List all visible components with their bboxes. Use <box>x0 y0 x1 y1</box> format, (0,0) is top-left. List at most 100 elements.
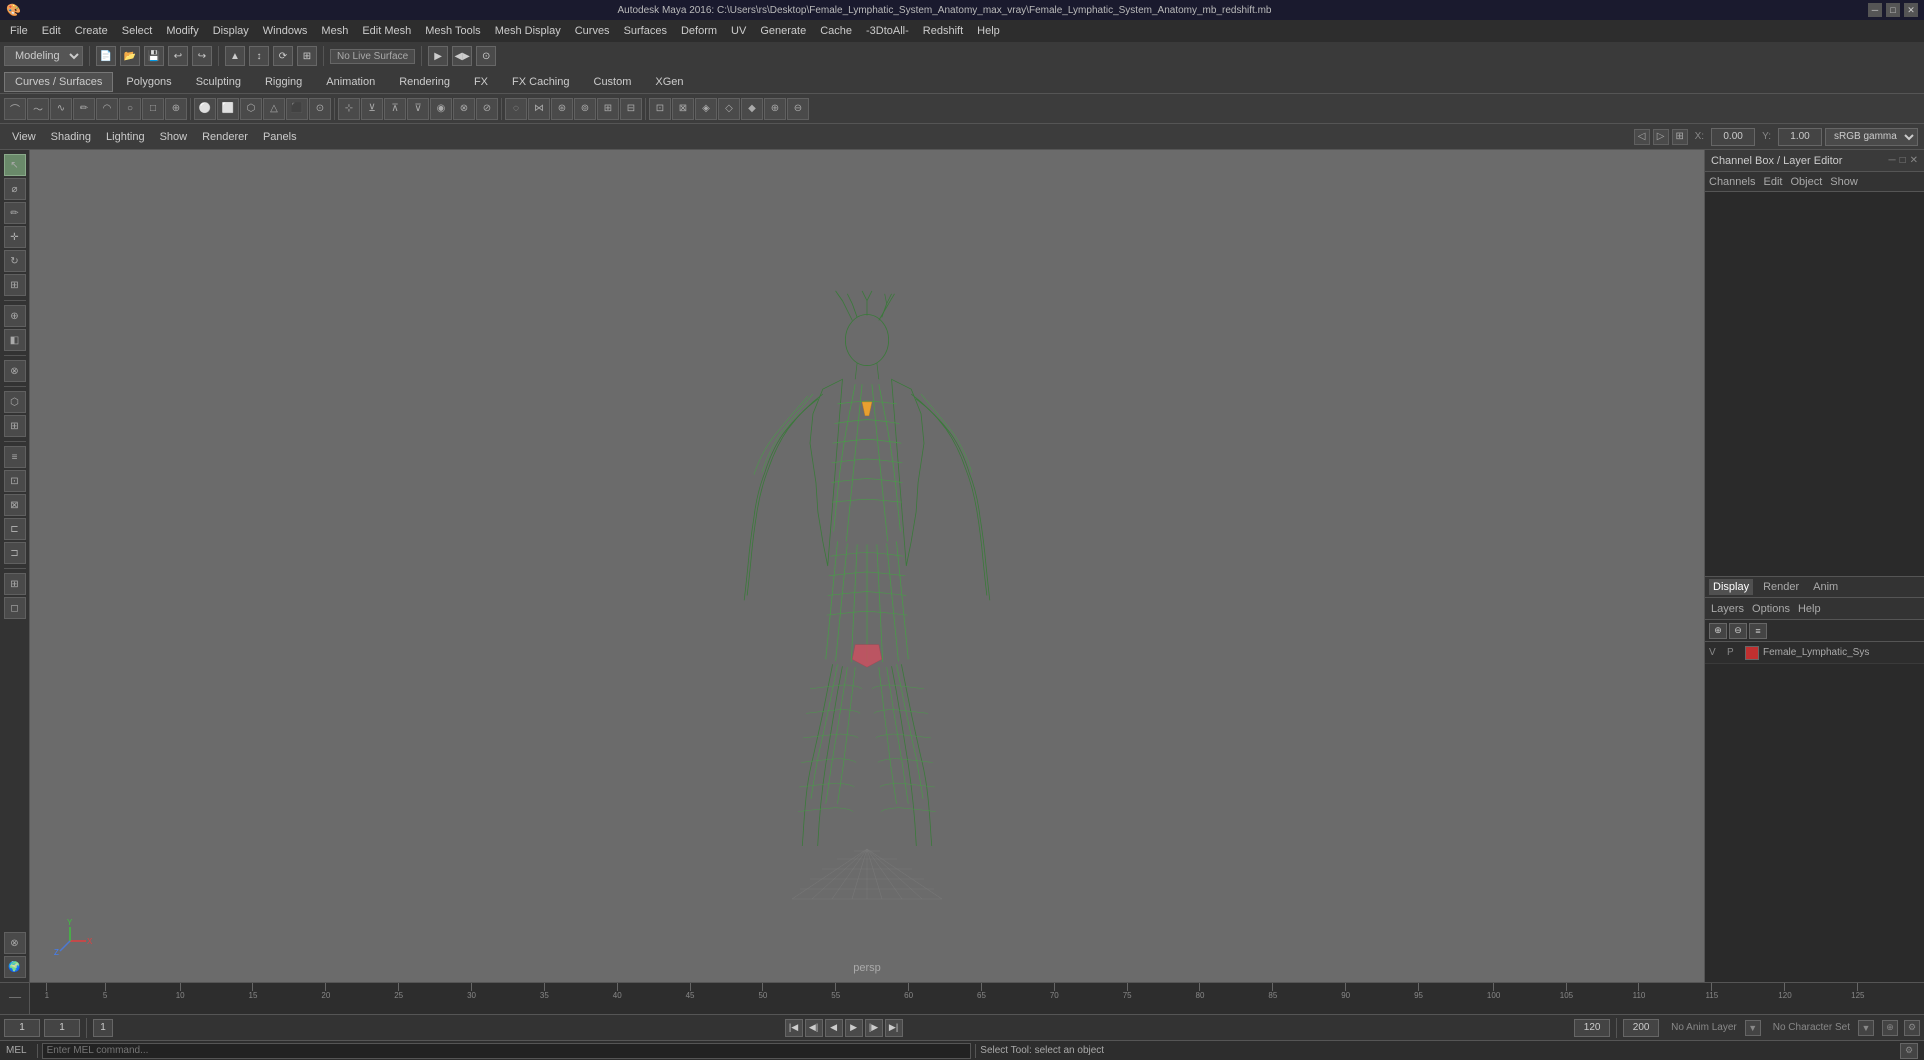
menu-create[interactable]: Create <box>69 23 114 39</box>
cluster-btn[interactable]: ⊟ <box>620 98 642 120</box>
char-set-settings-btn[interactable]: ⚙ <box>1904 1020 1920 1036</box>
mode-dropdown[interactable]: Modeling <box>4 46 83 66</box>
layer-options-btn[interactable]: ≡ <box>1749 623 1767 639</box>
menu-generate[interactable]: Generate <box>754 23 812 39</box>
shading-menu[interactable]: Shading <box>45 129 97 145</box>
panel-btn3[interactable]: ⊠ <box>4 494 26 516</box>
menu-edit[interactable]: Edit <box>36 23 67 39</box>
channels-tab[interactable]: Channels <box>1709 176 1755 188</box>
channel-box-minimize[interactable]: ─ <box>1888 155 1895 166</box>
menu-windows[interactable]: Windows <box>257 23 314 39</box>
edit-tab[interactable]: Edit <box>1763 176 1782 188</box>
curve-ep-btn[interactable]: 〜 <box>27 98 49 120</box>
translate-btn[interactable]: ↕ <box>249 46 269 66</box>
bevel-btn[interactable]: ⊼ <box>384 98 406 120</box>
channel-box-close[interactable]: ✕ <box>1910 155 1918 166</box>
plane-btn[interactable]: ⬛ <box>286 98 308 120</box>
move-tool-btn[interactable]: ✛ <box>4 226 26 248</box>
lighting-menu[interactable]: Lighting <box>100 129 151 145</box>
go-start-btn[interactable]: |◀ <box>785 1019 803 1037</box>
camera-prev-btn[interactable]: ◁ <box>1634 129 1650 145</box>
cube-btn[interactable]: ⬜ <box>217 98 239 120</box>
quad-view-btn[interactable]: ⊞ <box>4 415 26 437</box>
snap-surface-btn[interactable]: ◇ <box>718 98 740 120</box>
show-menu[interactable]: Show <box>154 129 194 145</box>
tab-xgen[interactable]: XGen <box>644 72 694 92</box>
circle-btn[interactable]: ○ <box>119 98 141 120</box>
panels-menu[interactable]: Panels <box>257 129 303 145</box>
new-layer-btn[interactable]: ⊕ <box>1709 623 1727 639</box>
coord-x-input[interactable]: 0.00 <box>1711 128 1755 146</box>
anim-tab[interactable]: Anim <box>1809 579 1842 595</box>
view-iso-btn[interactable]: ⊞ <box>1672 129 1688 145</box>
snap-btn[interactable]: ⊗ <box>4 360 26 382</box>
range-end-input[interactable] <box>1623 1019 1659 1037</box>
curve-bezier-btn[interactable]: ∿ <box>50 98 72 120</box>
wrap-btn[interactable]: ⊛ <box>551 98 573 120</box>
rotate-btn[interactable]: ⟳ <box>273 46 293 66</box>
tab-rigging[interactable]: Rigging <box>254 72 313 92</box>
fill-hole-btn[interactable]: ◉ <box>430 98 452 120</box>
maximize-button[interactable]: □ <box>1886 3 1900 17</box>
tab-curves-surfaces[interactable]: Curves / Surfaces <box>4 72 113 92</box>
step-back-btn[interactable]: ◀| <box>805 1019 823 1037</box>
save-scene-btn[interactable]: 💾 <box>144 46 164 66</box>
menu-mesh-tools[interactable]: Mesh Tools <box>419 23 486 39</box>
no-live-surface-badge[interactable]: No Live Surface <box>330 49 415 64</box>
play-fwd-btn[interactable]: ▶ <box>845 1019 863 1037</box>
universal-tool-btn[interactable]: ⊕ <box>4 305 26 327</box>
split-btn[interactable]: ⊘ <box>476 98 498 120</box>
scale-tool-btn[interactable]: ⊞ <box>4 274 26 296</box>
show-manip-btn[interactable]: ◧ <box>4 329 26 351</box>
lattice-btn[interactable]: ⋈ <box>528 98 550 120</box>
colorspace-dropdown[interactable]: sRGB gamma <box>1825 128 1918 146</box>
move-btn[interactable]: ⊹ <box>338 98 360 120</box>
symmetry-btn[interactable]: ⊖ <box>787 98 809 120</box>
menu-redshift[interactable]: Redshift <box>917 23 969 39</box>
menu-display[interactable]: Display <box>207 23 255 39</box>
snap-curve-btn[interactable]: ⊠ <box>672 98 694 120</box>
tab-sculpting[interactable]: Sculpting <box>185 72 252 92</box>
merge-btn[interactable]: ⊗ <box>453 98 475 120</box>
redo-btn[interactable]: ↪ <box>192 46 212 66</box>
object-tab[interactable]: Object <box>1790 176 1822 188</box>
snap-point-btn[interactable]: ◈ <box>695 98 717 120</box>
char-set-key-btn[interactable]: ⊕ <box>1882 1020 1898 1036</box>
snap-live-btn[interactable]: ◆ <box>741 98 763 120</box>
nav-btn1[interactable]: ⊗ <box>4 932 26 954</box>
menu-cache[interactable]: Cache <box>814 23 858 39</box>
undo-btn[interactable]: ↩ <box>168 46 188 66</box>
menu-mesh[interactable]: Mesh <box>315 23 354 39</box>
pencil-curve-btn[interactable]: ✏ <box>73 98 95 120</box>
menu-mesh-display[interactable]: Mesh Display <box>489 23 567 39</box>
paint-tool-btn[interactable]: ✏ <box>4 202 26 224</box>
menu-3dto-all[interactable]: -3DtoAll- <box>860 23 915 39</box>
menu-uv[interactable]: UV <box>725 23 752 39</box>
layer-visibility[interactable]: V <box>1709 647 1723 658</box>
options-label[interactable]: Options <box>1752 603 1790 615</box>
lasso-tool-btn[interactable]: ⌀ <box>4 178 26 200</box>
wireframe-btn[interactable]: ◻ <box>4 597 26 619</box>
delete-layer-btn[interactable]: ⊖ <box>1729 623 1747 639</box>
open-scene-btn[interactable]: 📂 <box>120 46 140 66</box>
menu-curves[interactable]: Curves <box>569 23 616 39</box>
go-end-btn[interactable]: ▶| <box>885 1019 903 1037</box>
camera-next-btn[interactable]: ▷ <box>1653 129 1669 145</box>
menu-edit-mesh[interactable]: Edit Mesh <box>356 23 417 39</box>
curve-cv-btn[interactable]: ⌒ <box>4 98 26 120</box>
arc-tool-btn[interactable]: ◠ <box>96 98 118 120</box>
panel-btn2[interactable]: ⊡ <box>4 470 26 492</box>
cone-btn[interactable]: △ <box>263 98 285 120</box>
menu-surfaces[interactable]: Surfaces <box>618 23 673 39</box>
scale-btn[interactable]: ⊞ <box>297 46 317 66</box>
menu-help[interactable]: Help <box>971 23 1006 39</box>
layer-color-swatch[interactable] <box>1745 646 1759 660</box>
menu-deform[interactable]: Deform <box>675 23 723 39</box>
cylinder-btn[interactable]: ⬡ <box>240 98 262 120</box>
panel-btn1[interactable]: ≡ <box>4 446 26 468</box>
grid-btn[interactable]: ⊞ <box>4 573 26 595</box>
sphere-btn[interactable]: ⚪ <box>194 98 216 120</box>
panel-btn4[interactable]: ⊏ <box>4 518 26 540</box>
tab-fx[interactable]: FX <box>463 72 499 92</box>
wire-btn[interactable]: ⊚ <box>574 98 596 120</box>
